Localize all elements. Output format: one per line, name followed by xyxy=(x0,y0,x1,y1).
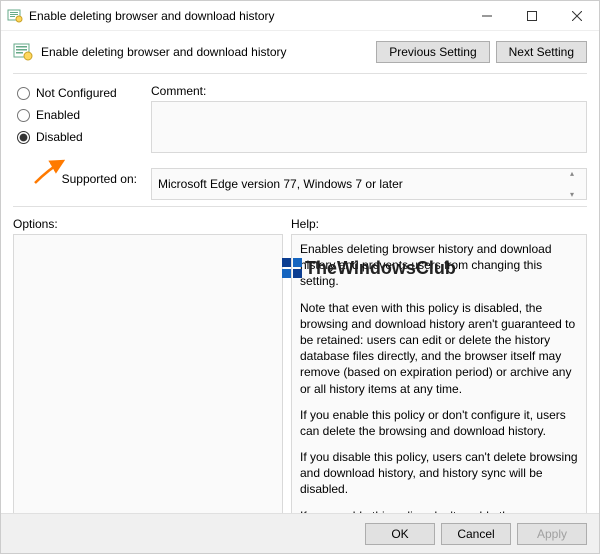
cancel-button[interactable]: Cancel xyxy=(441,523,511,545)
radio-input-enabled[interactable] xyxy=(17,109,30,122)
close-button[interactable] xyxy=(554,1,599,30)
footer: OK Cancel Apply xyxy=(1,513,599,553)
help-text: If you disable this policy, users can't … xyxy=(300,449,578,498)
window-title: Enable deleting browser and download his… xyxy=(29,9,275,23)
radio-input-not-configured[interactable] xyxy=(17,87,30,100)
state-radio-group: Not Configured Enabled Disabled xyxy=(13,84,143,156)
radio-label: Enabled xyxy=(36,108,80,122)
radio-label: Not Configured xyxy=(36,86,117,100)
supported-on-field: Microsoft Edge version 77, Windows 7 or … xyxy=(151,168,587,200)
radio-input-disabled[interactable] xyxy=(17,131,30,144)
help-text: Enables deleting browser history and dow… xyxy=(300,241,578,290)
next-setting-button[interactable]: Next Setting xyxy=(496,41,587,63)
divider xyxy=(13,206,587,207)
help-panel[interactable]: Enables deleting browser history and dow… xyxy=(291,234,587,532)
previous-setting-button[interactable]: Previous Setting xyxy=(376,41,489,63)
policy-icon xyxy=(7,8,23,24)
help-text: Note that even with this policy is disab… xyxy=(300,300,578,397)
radio-enabled[interactable]: Enabled xyxy=(17,108,143,122)
window-controls xyxy=(464,1,599,30)
options-label: Options: xyxy=(13,217,283,231)
supported-on-value: Microsoft Edge version 77, Windows 7 or … xyxy=(158,177,403,191)
scroll-hint-icon: ▴▾ xyxy=(570,169,584,199)
radio-not-configured[interactable]: Not Configured xyxy=(17,86,143,100)
apply-button[interactable]: Apply xyxy=(517,523,587,545)
radio-label: Disabled xyxy=(36,130,83,144)
page-title: Enable deleting browser and download his… xyxy=(41,45,287,59)
header: Enable deleting browser and download his… xyxy=(13,41,587,63)
help-text: If you enable this policy or don't confi… xyxy=(300,407,578,439)
supported-on-label: Supported on: xyxy=(13,168,143,186)
options-panel[interactable] xyxy=(13,234,283,532)
comment-label: Comment: xyxy=(151,84,587,98)
titlebar: Enable deleting browser and download his… xyxy=(1,1,599,31)
minimize-button[interactable] xyxy=(464,1,509,30)
ok-button[interactable]: OK xyxy=(365,523,435,545)
comment-textarea[interactable] xyxy=(151,101,587,153)
divider xyxy=(13,73,587,74)
policy-icon xyxy=(13,42,33,62)
maximize-button[interactable] xyxy=(509,1,554,30)
help-label: Help: xyxy=(291,217,587,231)
radio-disabled[interactable]: Disabled xyxy=(17,130,143,144)
